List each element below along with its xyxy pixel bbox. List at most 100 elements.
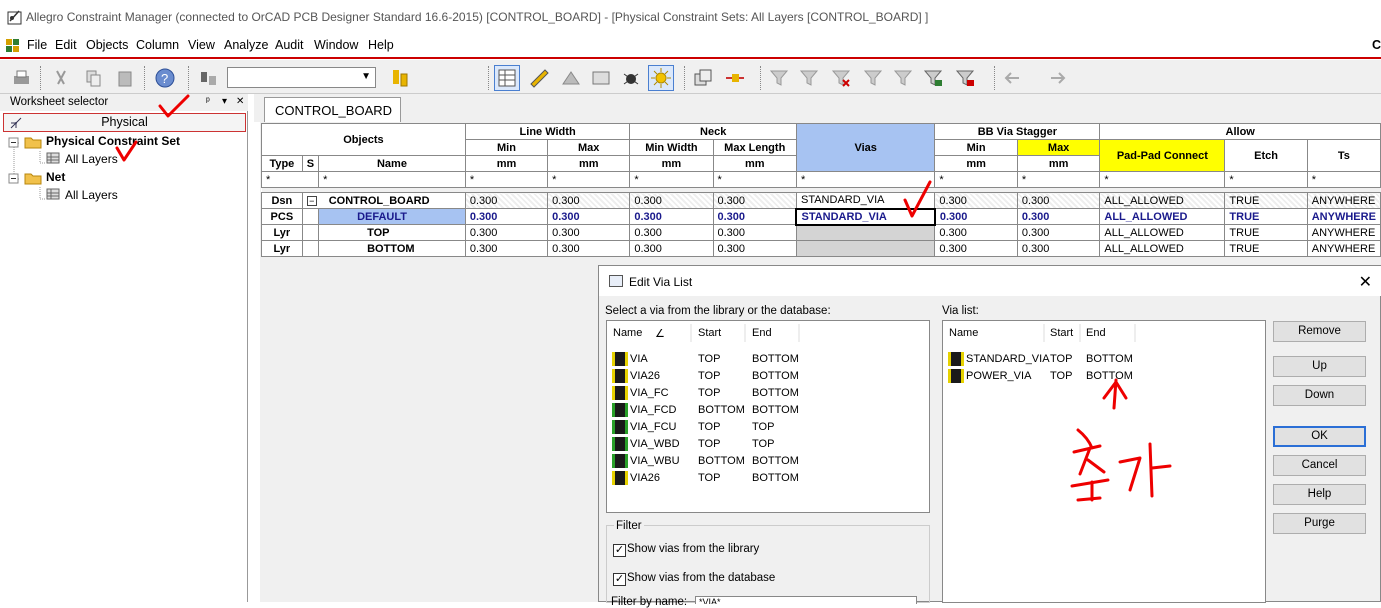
cell-neck-min[interactable]: 0.300 [629, 192, 714, 209]
bug-icon[interactable] [618, 65, 644, 91]
filter-cell[interactable]: * [795, 171, 936, 188]
cell-pad[interactable]: ALL_ALLOWED [1099, 208, 1226, 225]
help-button[interactable]: Help [1273, 484, 1366, 505]
filter-cell[interactable]: * [712, 171, 797, 188]
cell-pad[interactable]: ALL_ALLOWED [1099, 224, 1226, 241]
menu-edit[interactable]: Edit [55, 38, 77, 52]
network-icon[interactable] [558, 65, 584, 91]
copy-icon[interactable] [80, 65, 106, 91]
remove-button[interactable]: Remove [1273, 321, 1366, 342]
list-item[interactable]: VIA_WBU BOTTOM BOTTOM [607, 453, 927, 469]
row-name[interactable]: DEFAULT [318, 208, 466, 225]
analyze-sun-icon[interactable] [648, 65, 674, 91]
list-item[interactable]: VIA_FC TOP BOTTOM [607, 385, 927, 401]
collapse-icon[interactable]: − [306, 195, 317, 206]
show-library-checkbox[interactable]: ✓ [613, 544, 626, 557]
physical-domain-button[interactable]: Physical [3, 113, 246, 132]
menu-analyze[interactable]: Analyze [224, 38, 268, 52]
windows-icon[interactable] [690, 65, 716, 91]
cell-bb-max[interactable]: 0.300 [1016, 240, 1101, 257]
cell-neck-max[interactable]: 0.300 [712, 208, 797, 225]
filter-icon-2[interactable] [796, 65, 822, 91]
cell-vias-selected[interactable]: STANDARD_VIA [795, 207, 936, 226]
tree-all-layers-pcs[interactable]: All Layers [65, 152, 118, 166]
filter-icon-1[interactable] [766, 65, 792, 91]
cell-vias[interactable]: STANDARD_VIA [795, 192, 936, 209]
cell-ts[interactable]: ANYWHERE [1306, 224, 1381, 241]
filter-icon-4[interactable] [890, 65, 916, 91]
forward-arrow-icon[interactable] [1044, 65, 1070, 91]
list-item[interactable]: VIA_FCD BOTTOM BOTTOM [607, 402, 927, 418]
list-item[interactable]: VIA TOP BOTTOM [607, 351, 927, 367]
layout-icon[interactable] [388, 65, 414, 91]
library-via-list[interactable]: Name ∠ Start End VIA TOP BOTTOM VIA26 TOP BOT… [606, 320, 930, 513]
filter-icon-6[interactable] [952, 65, 978, 91]
cell-bb-min[interactable]: 0.300 [934, 240, 1018, 257]
cut-icon[interactable] [48, 65, 74, 91]
cell-etch[interactable]: TRUE [1224, 240, 1308, 257]
selected-via-list[interactable]: Name Start End STANDARD_VIA TOP BOTTOM POWE… [942, 320, 1266, 603]
table-row[interactable]: Lyr BOTTOM 0.300 0.300 0.300 0.300 0.300… [261, 240, 1381, 257]
cell-lw-min[interactable]: 0.300 [464, 224, 549, 241]
header-vias[interactable]: Vias [795, 123, 936, 172]
filter-cell[interactable]: * [464, 171, 549, 188]
filter-cell[interactable]: * [260, 171, 320, 188]
purge-button[interactable]: Purge [1273, 513, 1366, 534]
worksheet-icon[interactable] [494, 65, 520, 91]
cell-ts[interactable]: ANYWHERE [1306, 192, 1381, 209]
tree-net[interactable]: Net [46, 170, 65, 184]
cell-ts[interactable]: ANYWHERE [1306, 240, 1381, 257]
table-row[interactable]: Lyr TOP 0.300 0.300 0.300 0.300 0.300 0.… [261, 224, 1381, 241]
filter-cell[interactable]: * [1016, 171, 1101, 188]
cell-neck-max[interactable]: 0.300 [712, 192, 797, 209]
list-item[interactable]: VIA_WBD TOP TOP [607, 436, 927, 452]
dropdown-icon[interactable]: ▾ [222, 96, 227, 107]
print-icon[interactable] [8, 65, 34, 91]
filter-cell[interactable]: * [629, 171, 714, 188]
back-arrow-icon[interactable] [1000, 65, 1026, 91]
cell-bb-max[interactable]: 0.300 [1016, 192, 1101, 209]
menu-file[interactable]: File [27, 38, 47, 52]
cell-pad[interactable]: ALL_ALLOWED [1099, 240, 1226, 257]
cell-neck-max[interactable]: 0.300 [712, 224, 797, 241]
dialog-close-icon[interactable]: ✕ [1359, 272, 1372, 292]
cell-lw-min[interactable]: 0.300 [464, 192, 549, 209]
row-name[interactable]: − CONTROL_BOARD [301, 192, 466, 209]
ok-button[interactable]: OK [1273, 426, 1366, 447]
cell-ts[interactable]: ANYWHERE [1306, 208, 1381, 225]
cell-lw-min[interactable]: 0.300 [464, 240, 549, 257]
cell-neck-min[interactable]: 0.300 [629, 224, 714, 241]
cell-lw-max[interactable]: 0.300 [547, 224, 631, 241]
menu-objects[interactable]: Objects [86, 38, 128, 52]
cell-etch[interactable]: TRUE [1224, 224, 1308, 241]
cell-bb-max[interactable]: 0.300 [1016, 224, 1101, 241]
cell-lw-max[interactable]: 0.300 [547, 240, 631, 257]
table-row[interactable]: Dsn − CONTROL_BOARD 0.300 0.300 0.300 0.3… [261, 192, 1381, 209]
cell-bb-min[interactable]: 0.300 [934, 224, 1018, 241]
tab-control-board[interactable]: CONTROL_BOARD [264, 97, 401, 122]
filter-clear-icon[interactable] [828, 65, 854, 91]
filter-cell[interactable]: * [1224, 171, 1308, 188]
list-item[interactable]: POWER_VIA TOP BOTTOM [943, 368, 1263, 384]
menu-audit[interactable]: Audit [275, 38, 304, 52]
list-item[interactable]: STANDARD_VIA TOP BOTTOM [943, 351, 1263, 367]
filter-cell[interactable]: * [547, 171, 631, 188]
cell-neck-max[interactable]: 0.300 [712, 240, 797, 257]
menu-help[interactable]: Help [368, 38, 394, 52]
menu-column[interactable]: Column [136, 38, 179, 52]
table-row[interactable]: PCS DEFAULT 0.300 0.300 0.300 0.300 STAN… [261, 207, 1381, 226]
list-item[interactable]: VIA26 TOP BOTTOM [607, 368, 927, 384]
cell-pad[interactable]: ALL_ALLOWED [1099, 192, 1226, 209]
list-item[interactable]: VIA26 TOP BOTTOM [607, 470, 927, 486]
cell-lw-max[interactable]: 0.300 [547, 208, 631, 225]
menu-view[interactable]: View [188, 38, 215, 52]
paste-icon[interactable] [112, 65, 138, 91]
cell-lw-min[interactable]: 0.300 [464, 208, 549, 225]
cell-lw-max[interactable]: 0.300 [547, 192, 631, 209]
pin-icon[interactable]: ᵖ [206, 96, 210, 107]
help-icon[interactable]: ? [152, 65, 178, 91]
filter-cell[interactable]: * [934, 171, 1018, 188]
close-icon[interactable]: ✕ [236, 96, 244, 107]
ruler-icon[interactable] [722, 65, 748, 91]
cell-etch[interactable]: TRUE [1224, 208, 1308, 225]
